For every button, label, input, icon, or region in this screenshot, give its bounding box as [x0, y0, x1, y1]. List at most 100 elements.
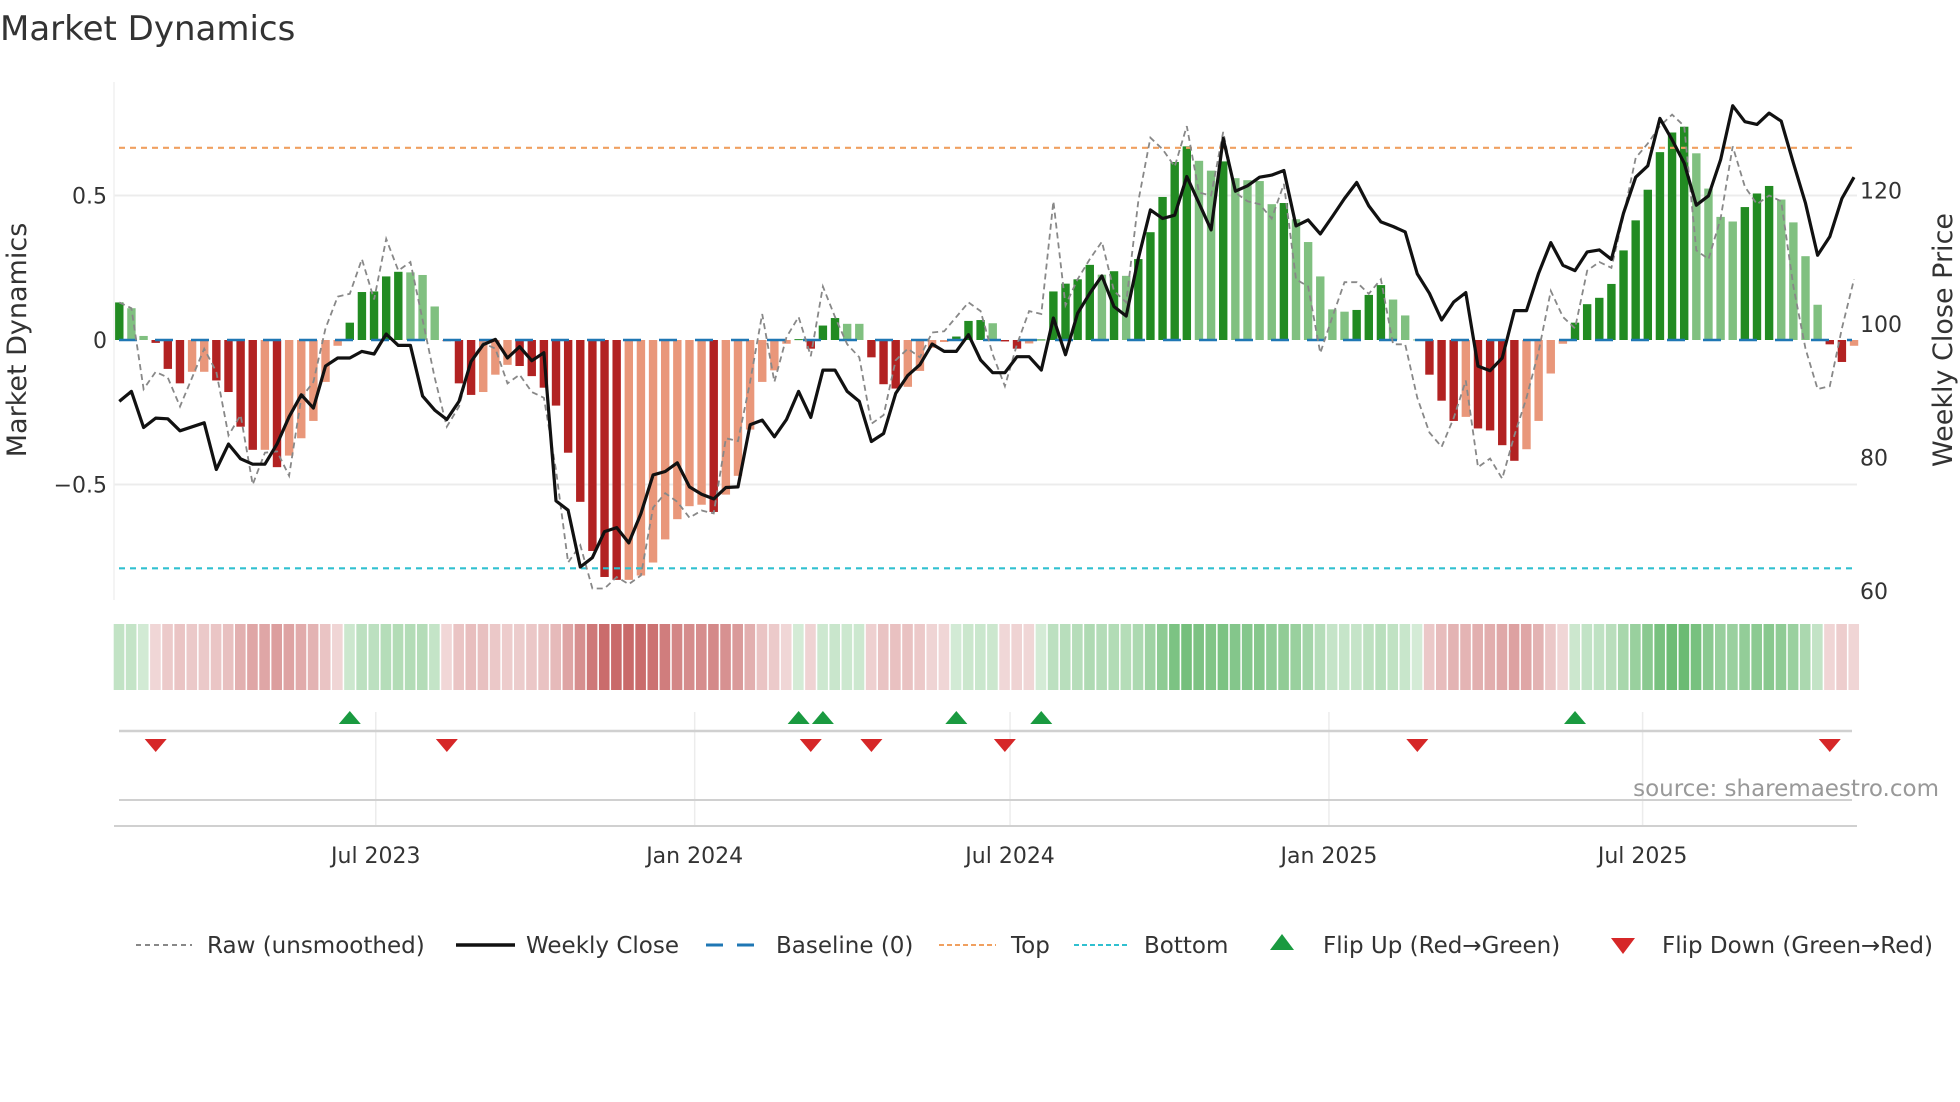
legend-flip-down-icon — [1611, 938, 1635, 954]
x-tick-label: Jul 2025 — [1596, 844, 1688, 869]
heatmap-cell — [647, 624, 659, 690]
heatmap-cell — [926, 624, 938, 690]
histogram-bar — [733, 340, 743, 476]
histogram-bar — [1316, 276, 1325, 340]
heatmap-cell — [1217, 624, 1229, 690]
heatmap-cell — [1739, 624, 1750, 690]
histogram-bar — [709, 340, 718, 512]
heatmap-cell — [1520, 624, 1532, 690]
heatmap-cell — [1581, 624, 1593, 690]
heatmap-cell — [1702, 624, 1714, 690]
heatmap-cell — [1278, 624, 1289, 690]
histogram-bar — [794, 339, 803, 341]
x-tick-label: Jul 2023 — [329, 844, 421, 869]
histogram-bar — [1291, 219, 1301, 340]
heatmap-cell — [307, 624, 319, 690]
heatmap-cell — [429, 624, 440, 690]
legend-flip-up-icon — [1270, 934, 1294, 950]
heatmap-cell — [489, 624, 501, 690]
heatmap-cell — [1144, 624, 1156, 690]
left-axis-ticks: 0.5 0 −0.5 — [54, 185, 107, 499]
histogram-bar — [1085, 264, 1094, 340]
heatmap-cell — [1132, 624, 1144, 690]
histogram-bar — [1437, 340, 1446, 401]
histogram-bar — [224, 340, 233, 393]
legend: Raw (unsmoothed) Weekly Close Baseline (0)… — [136, 933, 1933, 959]
y-tick-label: 0 — [93, 329, 107, 354]
heatmap-cell — [987, 624, 998, 690]
heatmap-cell — [1787, 624, 1799, 690]
flip-up-marker — [338, 711, 361, 724]
histogram-bar — [284, 340, 294, 456]
histogram-bar — [758, 340, 767, 382]
y2-tick-label: 100 — [1860, 313, 1902, 338]
heatmap-cell — [477, 624, 489, 690]
heatmap-cell — [198, 624, 210, 690]
heatmap-cell — [332, 624, 343, 690]
legend-label: Flip Up (Red→Green) — [1323, 933, 1560, 959]
heatmap-cell — [1229, 624, 1241, 690]
histogram-bar — [394, 271, 403, 340]
heatmap-cell — [283, 624, 295, 690]
heatmap-cell — [1096, 624, 1107, 690]
heatmap-cell — [1023, 624, 1035, 690]
heatmap-cell — [1059, 624, 1071, 690]
heatmap-cell — [756, 624, 768, 690]
histogram-bar — [175, 340, 185, 384]
heatmap-cell — [708, 624, 719, 690]
heatmap-cell — [780, 624, 792, 690]
heatmap-cell — [1338, 624, 1350, 690]
flip-markers-panel — [114, 711, 1857, 827]
flip-up-marker — [945, 711, 968, 724]
reference-lines — [119, 146, 1852, 570]
histogram-bar — [1728, 221, 1737, 340]
histogram-bar — [855, 323, 864, 340]
heatmap-cell — [1435, 624, 1447, 690]
series-lines — [118, 104, 1856, 590]
heatmap-cell — [598, 624, 610, 690]
heatmap-cell — [1169, 624, 1180, 690]
heatmap-cell — [744, 624, 756, 690]
heatmap-cell — [1848, 624, 1860, 690]
histogram-bar — [818, 325, 828, 340]
heatmap-cell — [938, 624, 950, 690]
histogram-bar — [1607, 283, 1616, 340]
heatmap-cell — [113, 624, 125, 690]
histogram-bar — [1061, 283, 1070, 340]
x-tick-label: Jul 2024 — [963, 844, 1055, 869]
heatmap-cell — [1035, 624, 1047, 690]
histogram-bar — [867, 340, 876, 358]
heatmap-cell — [805, 624, 816, 690]
heatmap-cell — [574, 624, 586, 690]
x-tick-label: Jan 2024 — [644, 844, 743, 869]
heatmap-cell — [902, 624, 913, 690]
histogram-bar — [976, 320, 985, 340]
heatmap-cell — [841, 624, 853, 690]
heatmap-cell — [404, 624, 416, 690]
heatmap-cell — [1411, 624, 1423, 690]
heatmap-cell — [1484, 624, 1496, 690]
histogram-bar — [297, 340, 306, 439]
heatmap-cell — [1351, 624, 1362, 690]
heatmap-cell — [514, 624, 525, 690]
heatmap-cell — [623, 624, 634, 690]
histogram-bar — [454, 340, 464, 384]
histogram-bar — [1801, 256, 1810, 340]
heatmap-cell — [1605, 624, 1617, 690]
histogram-bar — [745, 340, 755, 430]
legend-label: Flip Down (Green→Red) — [1662, 933, 1933, 959]
raw-line — [118, 113, 1855, 590]
heatmap-cell — [768, 624, 780, 690]
heatmap-cell — [1836, 624, 1847, 690]
heatmap-cell — [1666, 624, 1678, 690]
heatmap-cell — [890, 624, 901, 690]
flip-up-marker — [811, 711, 834, 724]
heatmap-cell — [1812, 624, 1823, 690]
flip-down-marker — [993, 739, 1016, 752]
heatmap-cell — [1545, 624, 1556, 690]
heatmap-cell — [162, 624, 173, 690]
histogram-bar — [406, 272, 415, 340]
histogram-bar — [1146, 232, 1155, 340]
histogram-bar — [260, 340, 270, 450]
histogram-bar — [1279, 203, 1289, 340]
